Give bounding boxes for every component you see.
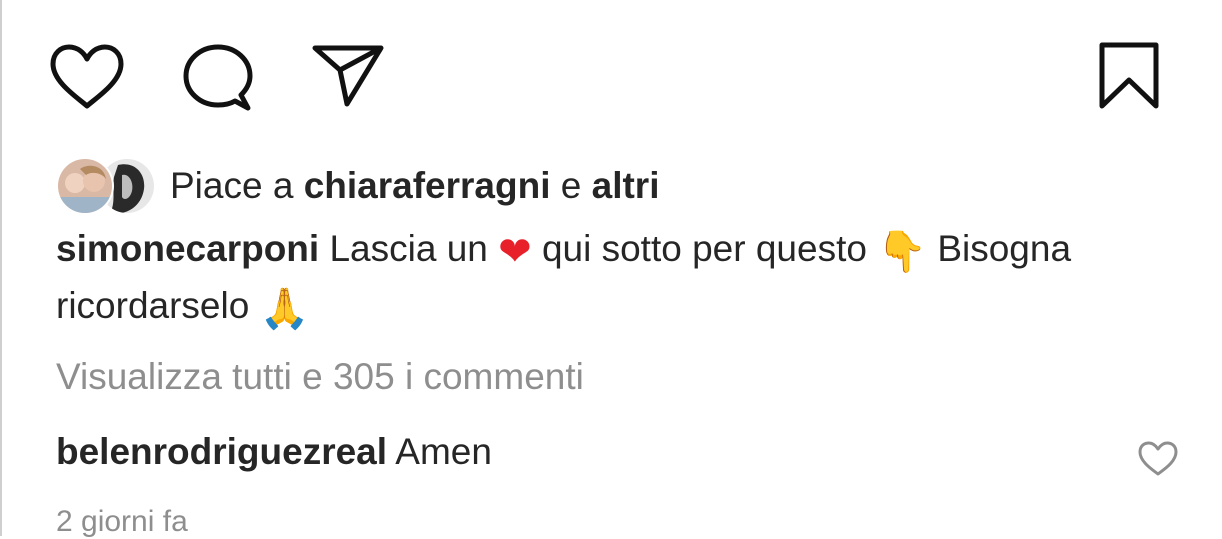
- likes-others-link[interactable]: altri: [592, 165, 660, 207]
- caption-text: qui sotto per questo: [541, 228, 867, 269]
- comment-author[interactable]: belenrodriguezreal: [56, 431, 387, 472]
- comment-row: belenrodriguezreal Amen: [56, 431, 1196, 485]
- likes-summary[interactable]: Piace a chiaraferragni e altri: [56, 156, 659, 216]
- folded-hands-emoji: 🙏: [259, 286, 310, 332]
- bookmark-outline-icon[interactable]: [1094, 40, 1164, 112]
- comment-text: Amen: [395, 431, 492, 472]
- likes-conjunction: e: [560, 165, 582, 206]
- post-timestamp: 2 giorni fa: [56, 505, 188, 538]
- caption-author[interactable]: simonecarponi: [56, 228, 319, 269]
- liker-avatars: [56, 157, 156, 215]
- red-heart-emoji: ❤: [498, 229, 532, 275]
- view-all-comments-link[interactable]: Visualizza tutti e 305 i commenti: [56, 356, 584, 398]
- paper-plane-icon[interactable]: [310, 42, 386, 110]
- likes-prefix: Piace a: [170, 165, 294, 206]
- post-caption: simonecarponi Lascia un ❤ qui sotto per …: [56, 222, 1176, 336]
- avatar[interactable]: [56, 157, 114, 215]
- comment-like-heart-icon[interactable]: [1137, 440, 1179, 483]
- pointing-down-emoji: 👇: [877, 229, 928, 275]
- caption-text: Lascia un: [329, 228, 488, 269]
- post-action-bar: [0, 0, 1222, 150]
- heart-outline-icon[interactable]: [48, 42, 126, 112]
- comment-bubble-icon[interactable]: [180, 42, 256, 114]
- liker-username[interactable]: chiaraferragni: [304, 165, 551, 207]
